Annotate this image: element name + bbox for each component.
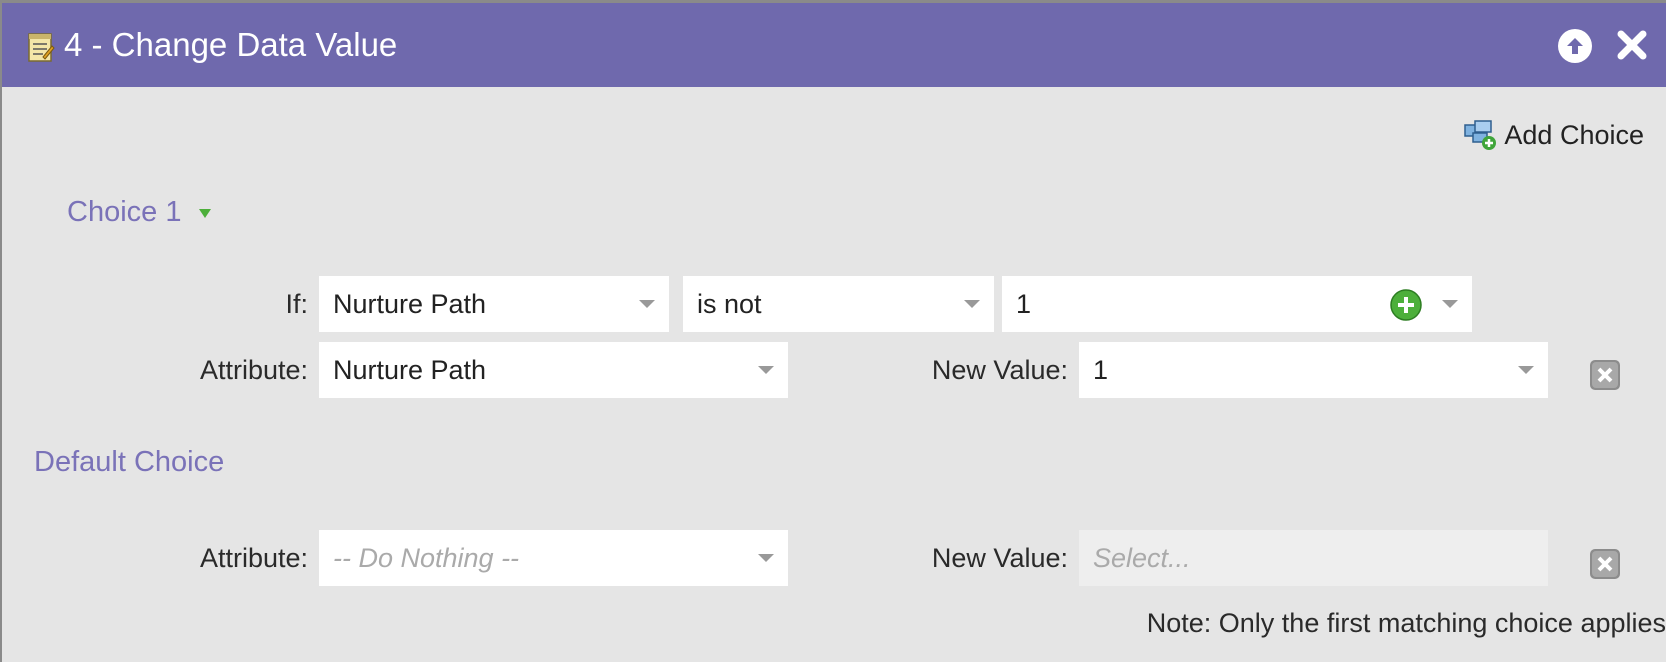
chevron-down-icon [758,554,774,562]
default-new-value-select: Select... [1079,530,1548,586]
chevron-down-icon [198,209,211,219]
condition-field-value: Nurture Path [333,289,487,319]
chevron-down-icon [639,300,655,308]
add-choice-button[interactable]: Add Choice [1464,119,1644,151]
default-attribute-placeholder: -- Do Nothing -- [333,543,520,573]
collapse-button[interactable] [1558,29,1592,63]
attribute-select[interactable]: Nurture Path [319,342,788,398]
arrow-up-circle-icon [1567,38,1583,54]
condition-field-select[interactable]: Nurture Path [319,276,669,332]
note-text: Note: Only the first matching choice app… [1146,608,1666,638]
chevron-down-icon [758,366,774,374]
delete-choice-icon[interactable] [1589,359,1621,391]
condition-operator-select[interactable]: is not [683,276,994,332]
chevron-down-icon [1442,300,1458,308]
change-data-value-dialog: 4 - Change Data Value Add Choice Choice … [2,3,1666,662]
default-attribute-label: Attribute: [199,543,308,573]
new-value: 1 [1093,355,1109,385]
default-choice-title: Default Choice [34,446,225,478]
chevron-down-icon [1518,366,1534,374]
new-value-label: New Value: [931,355,1068,385]
add-choice-icon [1464,120,1497,150]
default-attribute-select[interactable]: -- Do Nothing -- [319,530,788,586]
notepad-icon [28,33,55,62]
close-icon[interactable] [1614,27,1650,63]
attribute-value: Nurture Path [333,355,487,385]
dialog-titlebar: 4 - Change Data Value [2,3,1666,87]
chevron-down-icon [964,300,980,308]
dialog-title: 4 - Change Data Value [64,26,398,63]
add-value-plus-icon[interactable] [1390,289,1422,321]
add-choice-label: Add Choice [1504,119,1644,150]
if-label: If: [285,289,308,319]
new-value-select[interactable]: 1 [1079,342,1548,398]
delete-default-choice-icon[interactable] [1589,548,1621,580]
choice-1-header[interactable]: Choice 1 [67,196,212,229]
default-new-value-placeholder: Select... [1093,543,1191,573]
condition-operator-value: is not [697,289,762,319]
condition-value: 1 [1016,289,1032,319]
default-new-value-label: New Value: [931,543,1068,573]
attribute-label: Attribute: [199,355,308,385]
condition-value-select[interactable]: 1 [1002,276,1472,332]
choice-1-title: Choice 1 [67,196,182,228]
